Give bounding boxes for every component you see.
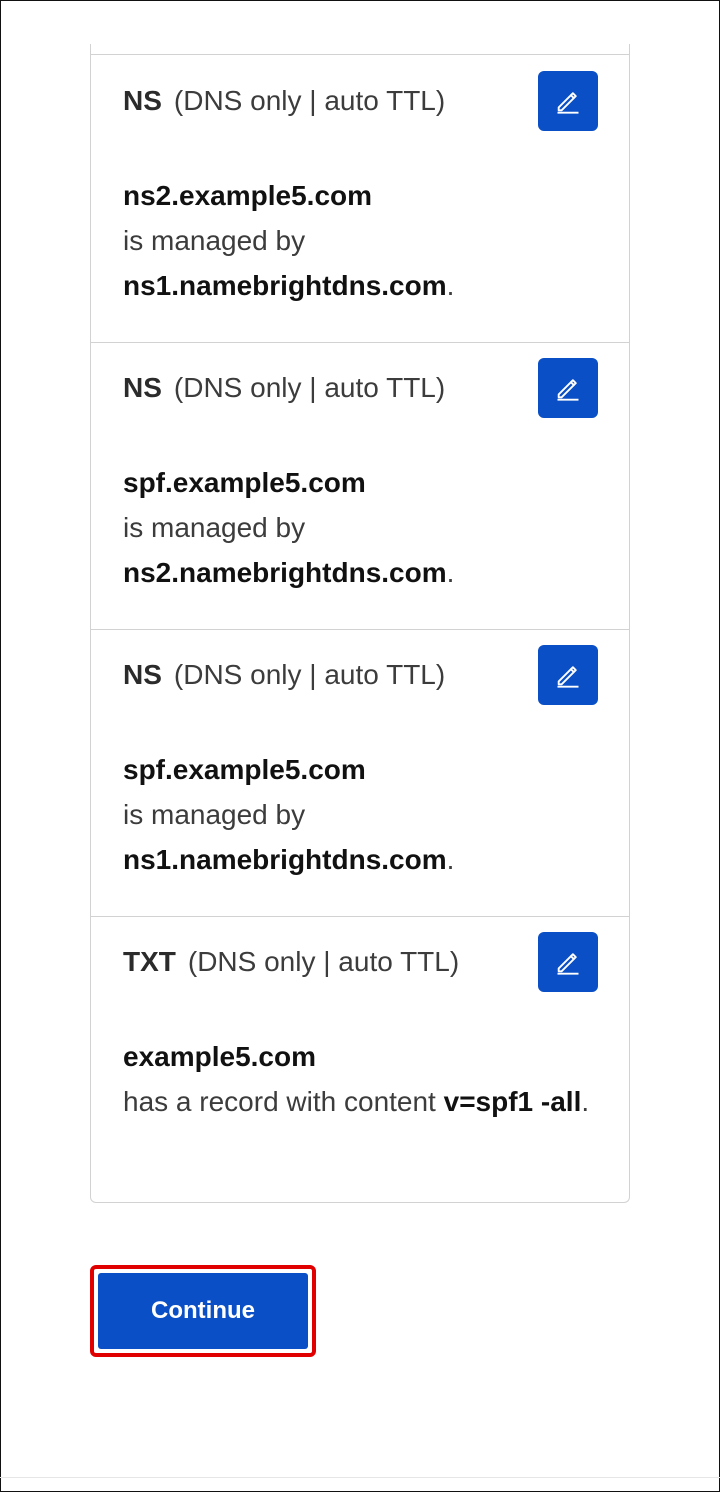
record-header: NS (DNS only | auto TTL): [123, 659, 445, 691]
record-relation: is managed by: [123, 512, 306, 543]
record-name: example5.com: [123, 1041, 316, 1072]
record-header: TXT (DNS only | auto TTL): [123, 946, 459, 978]
record-header: NS (DNS only | auto TTL): [123, 85, 445, 117]
record-target: ns1.namebrightdns.com: [123, 270, 447, 301]
edit-record-button[interactable]: [538, 71, 598, 131]
pencil-edit-icon: [557, 92, 579, 114]
edit-record-button[interactable]: [538, 932, 598, 992]
record-description: ns2.example5.com is managed by ns1.nameb…: [123, 173, 603, 308]
record-type: NS: [123, 659, 162, 690]
record-meta: (DNS only | auto TTL): [173, 372, 446, 403]
record-end: .: [446, 844, 455, 875]
record-meta: (DNS only | auto TTL): [173, 85, 446, 116]
record-end: .: [446, 557, 455, 588]
record-name: spf.example5.com: [123, 467, 366, 498]
pencil-edit-icon: [557, 666, 579, 688]
record-name: ns2.example5.com: [123, 180, 373, 211]
record-meta: (DNS only | auto TTL): [187, 946, 460, 977]
record-end: .: [581, 1086, 590, 1117]
record-type: NS: [123, 85, 162, 116]
record-target: v=spf1 -all: [443, 1086, 582, 1117]
dns-record: NS (DNS only | auto TTL) spf.example5.com…: [91, 629, 629, 917]
record-relation: is managed by: [123, 225, 306, 256]
record-header: NS (DNS only | auto TTL): [123, 372, 445, 404]
continue-button[interactable]: Continue: [98, 1273, 308, 1349]
record-type: NS: [123, 372, 162, 403]
pencil-edit-icon: [557, 953, 579, 975]
record-description: spf.example5.com is managed by ns2.nameb…: [123, 460, 603, 595]
dns-record: NS (DNS only | auto TTL) spf.example5.com…: [91, 342, 629, 630]
edit-record-button[interactable]: [538, 645, 598, 705]
record-relation: has a record with content: [123, 1086, 436, 1117]
dns-record: TXT (DNS only | auto TTL) example5.com ha…: [91, 916, 629, 1203]
record-target: ns2.namebrightdns.com: [123, 557, 447, 588]
record-name: spf.example5.com: [123, 754, 366, 785]
record-end: .: [446, 270, 455, 301]
record-type: TXT: [123, 946, 176, 977]
pencil-edit-icon: [557, 379, 579, 401]
record-description: example5.com has a record with content v…: [123, 1034, 601, 1124]
bottom-divider: [0, 1477, 720, 1478]
record-target: ns1.namebrightdns.com: [123, 844, 447, 875]
dns-records-card: NS (DNS only | auto TTL) ns2.example5.com…: [90, 44, 630, 1203]
record-relation: is managed by: [123, 799, 306, 830]
edit-record-button[interactable]: [538, 358, 598, 418]
continue-button-highlight: Continue: [90, 1265, 316, 1357]
dns-record: NS (DNS only | auto TTL) ns2.example5.com…: [91, 55, 629, 343]
record-description: spf.example5.com is managed by ns1.nameb…: [123, 747, 603, 882]
record-meta: (DNS only | auto TTL): [173, 659, 446, 690]
